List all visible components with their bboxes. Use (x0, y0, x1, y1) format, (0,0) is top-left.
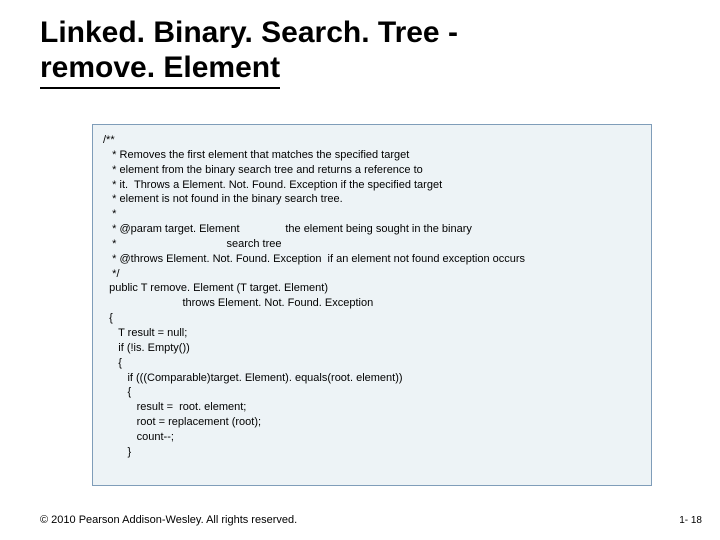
code-line: * (103, 207, 641, 222)
code-line: } (103, 445, 641, 460)
code-line: * element from the binary search tree an… (103, 163, 641, 178)
code-line: * search tree (103, 237, 641, 252)
slide-title: Linked. Binary. Search. Tree - remove. E… (40, 16, 458, 89)
code-line: * Removes the first element that matches… (103, 148, 641, 163)
code-line: { (103, 356, 641, 371)
code-box: /** * Removes the first element that mat… (92, 124, 652, 486)
code-line: throws Element. Not. Found. Exception (103, 296, 641, 311)
code-line: * it. Throws a Element. Not. Found. Exce… (103, 178, 641, 193)
code-line: * @param target. Element the element bei… (103, 222, 641, 237)
code-line: if (!is. Empty()) (103, 341, 641, 356)
code-line: * @throws Element. Not. Found. Exception… (103, 252, 641, 267)
title-line-1: Linked. Binary. Search. Tree - (40, 16, 458, 49)
code-line: count--; (103, 430, 641, 445)
code-line: T result = null; (103, 326, 641, 341)
code-line: if (((Comparable)target. Element). equal… (103, 371, 641, 386)
copyright-text: © 2010 Pearson Addison-Wesley. All right… (40, 514, 297, 526)
code-line: public T remove. Element (T target. Elem… (103, 281, 641, 296)
code-line: /** (103, 133, 641, 148)
code-line: * element is not found in the binary sea… (103, 192, 641, 207)
code-line: root = replacement (root); (103, 415, 641, 430)
title-line-2: remove. Element (40, 51, 280, 90)
slide: Linked. Binary. Search. Tree - remove. E… (0, 0, 720, 540)
code-line: { (103, 385, 641, 400)
code-line: */ (103, 267, 641, 282)
code-line: result = root. element; (103, 400, 641, 415)
page-number: 1- 18 (679, 515, 702, 526)
code-line: { (103, 311, 641, 326)
